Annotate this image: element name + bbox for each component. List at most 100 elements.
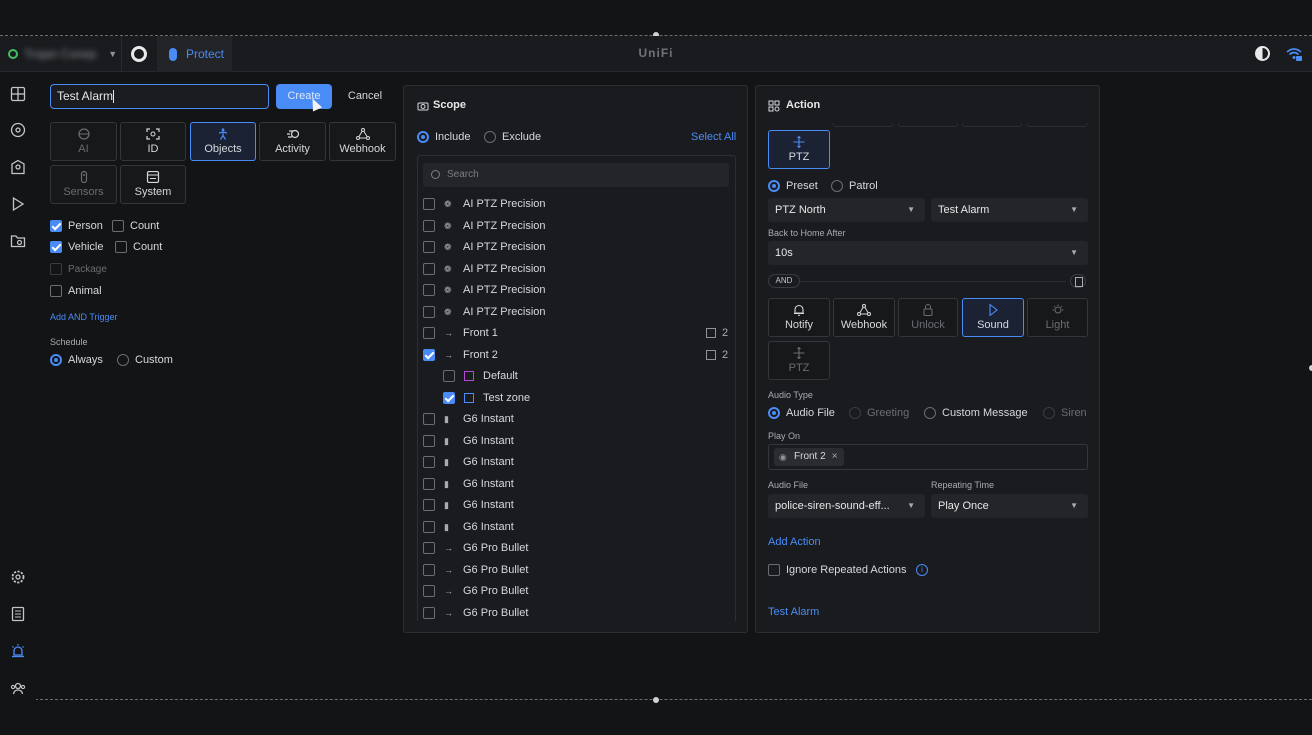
webhook-icon: [857, 304, 871, 316]
map-icon[interactable]: [10, 159, 26, 175]
scope-item-checkbox[interactable]: [423, 327, 435, 339]
scope-item-checkbox[interactable]: [423, 198, 435, 210]
repeating-time-dropdown[interactable]: Play Once ▼: [931, 494, 1088, 518]
scope-item-checkbox[interactable]: [423, 456, 435, 468]
schedule-always-radio[interactable]: [50, 354, 62, 366]
play-icon[interactable]: [10, 196, 26, 212]
audio-file-dropdown[interactable]: police-siren-sound-eff... ▼: [768, 494, 925, 518]
action-tile-sound[interactable]: Sound: [962, 298, 1024, 337]
create-button[interactable]: Create: [276, 84, 332, 109]
theme-toggle-icon[interactable]: [1255, 46, 1270, 61]
bullet-camera-icon: →: [444, 350, 453, 360]
action-tile-notify[interactable]: Notify: [768, 298, 830, 337]
preset-dropdown[interactable]: Test Alarm ▼: [931, 198, 1088, 222]
alarm-name-input[interactable]: Test Alarm: [50, 84, 269, 109]
siren-radio[interactable]: [1043, 407, 1055, 419]
scope-item-checkbox[interactable]: [443, 392, 455, 404]
object-person-checkbox[interactable]: [50, 220, 62, 232]
cancel-button[interactable]: Cancel: [340, 84, 390, 109]
bell-icon: [794, 304, 804, 316]
zone-count: 2: [722, 349, 729, 361]
scope-item-checkbox[interactable]: [423, 478, 435, 490]
action-tile-ptz[interactable]: PTZ: [768, 341, 830, 380]
scope-include-radio[interactable]: [417, 131, 429, 143]
scope-item-checkbox[interactable]: [423, 306, 435, 318]
scope-item-label: G6 Instant: [463, 499, 514, 511]
trigger-tile-sensors[interactable]: Sensors: [50, 165, 117, 204]
select-all-link[interactable]: Select All: [691, 131, 736, 143]
frame-handle-bottom[interactable]: [653, 697, 659, 703]
scope-search-input[interactable]: Search: [423, 163, 729, 187]
vehicle-count-checkbox[interactable]: [115, 241, 127, 253]
trigger-tile-activity[interactable]: Activity: [259, 122, 326, 161]
scope-item-checkbox[interactable]: [423, 241, 435, 253]
greeting-radio[interactable]: [849, 407, 861, 419]
scope-item-label: Default: [483, 370, 518, 382]
scope-exclude-radio[interactable]: [484, 131, 496, 143]
schedule-custom-radio[interactable]: [117, 354, 129, 366]
ptz-camera-dropdown[interactable]: PTZ North ▼: [768, 198, 925, 222]
object-animal-checkbox[interactable]: [50, 285, 62, 297]
scope-item-label: G6 Instant: [463, 456, 514, 468]
scope-item-checkbox[interactable]: [423, 284, 435, 296]
scope-item-checkbox[interactable]: [443, 370, 455, 382]
trigger-tile-id[interactable]: ID: [120, 122, 186, 161]
action-tile-webhook[interactable]: Webhook: [833, 298, 895, 337]
trigger-tile-webhook[interactable]: Webhook: [329, 122, 396, 161]
chip-remove-icon[interactable]: ×: [832, 451, 838, 462]
scope-item-checkbox[interactable]: [423, 220, 435, 232]
trash-icon[interactable]: [1070, 274, 1086, 288]
dashboard-icon[interactable]: [10, 86, 26, 102]
devices-icon[interactable]: [10, 122, 26, 138]
scope-item-checkbox[interactable]: [423, 263, 435, 275]
schedule-label: Schedule: [50, 337, 88, 347]
alarm-icon[interactable]: [10, 643, 26, 659]
custom-message-radio[interactable]: [924, 407, 936, 419]
scrolled-tile-edge: [1027, 123, 1087, 127]
scope-item-checkbox[interactable]: [423, 435, 435, 447]
action-tile-label: PTZ: [788, 362, 810, 374]
object-vehicle-checkbox[interactable]: [50, 241, 62, 253]
scope-item-label: Front 1: [463, 327, 498, 339]
scope-exclude-label: Exclude: [502, 131, 542, 143]
scope-item-checkbox[interactable]: [423, 349, 435, 361]
action-tile-light[interactable]: Light: [1027, 298, 1088, 337]
add-and-trigger-link[interactable]: Add AND Trigger: [50, 312, 118, 322]
scope-item-checkbox[interactable]: [423, 521, 435, 533]
scope-item-checkbox[interactable]: [423, 585, 435, 597]
scope-title: Scope: [433, 99, 467, 111]
person-count-checkbox[interactable]: [112, 220, 124, 232]
footer-alarm-link[interactable]: Test Alarm: [768, 606, 819, 618]
scope-item-checkbox[interactable]: [423, 542, 435, 554]
folder-icon[interactable]: [10, 233, 26, 249]
scope-icon: [417, 100, 429, 112]
trigger-tile-ai[interactable]: AI: [50, 122, 117, 161]
scope-item-label: Front 2: [463, 349, 498, 361]
trigger-tile-objects[interactable]: Objects: [190, 122, 256, 161]
play-on-chip[interactable]: ◉ Front 2 ×: [774, 448, 844, 466]
logs-icon[interactable]: [10, 606, 26, 622]
action-tile-ptz-selected[interactable]: PTZ: [768, 130, 830, 169]
preset-label: Preset: [786, 180, 818, 192]
back-home-dropdown[interactable]: 10s ▼: [768, 241, 1088, 265]
patrol-radio[interactable]: [831, 180, 843, 192]
ignore-repeated-checkbox[interactable]: [768, 564, 780, 576]
audio-file-radio[interactable]: [768, 407, 780, 419]
preset-radio[interactable]: [768, 180, 780, 192]
settings-icon[interactable]: [10, 569, 26, 585]
add-action-link[interactable]: Add Action: [768, 536, 821, 548]
system-icon: [146, 171, 160, 183]
info-icon[interactable]: i: [916, 564, 928, 576]
wifi-icon[interactable]: [1285, 45, 1303, 63]
object-package-checkbox[interactable]: [50, 263, 62, 275]
users-icon[interactable]: [10, 680, 26, 696]
zone-count: 2: [722, 327, 729, 339]
scope-item-checkbox[interactable]: [423, 413, 435, 425]
siren-radio-label: Siren: [1061, 407, 1087, 419]
action-tile-unlock[interactable]: Unlock: [898, 298, 958, 337]
scope-item-checkbox[interactable]: [423, 499, 435, 511]
schedule-custom-label: Custom: [135, 354, 173, 366]
trigger-tile-system[interactable]: System: [120, 165, 186, 204]
scope-item-checkbox[interactable]: [423, 564, 435, 576]
scope-item-checkbox[interactable]: [423, 607, 435, 619]
